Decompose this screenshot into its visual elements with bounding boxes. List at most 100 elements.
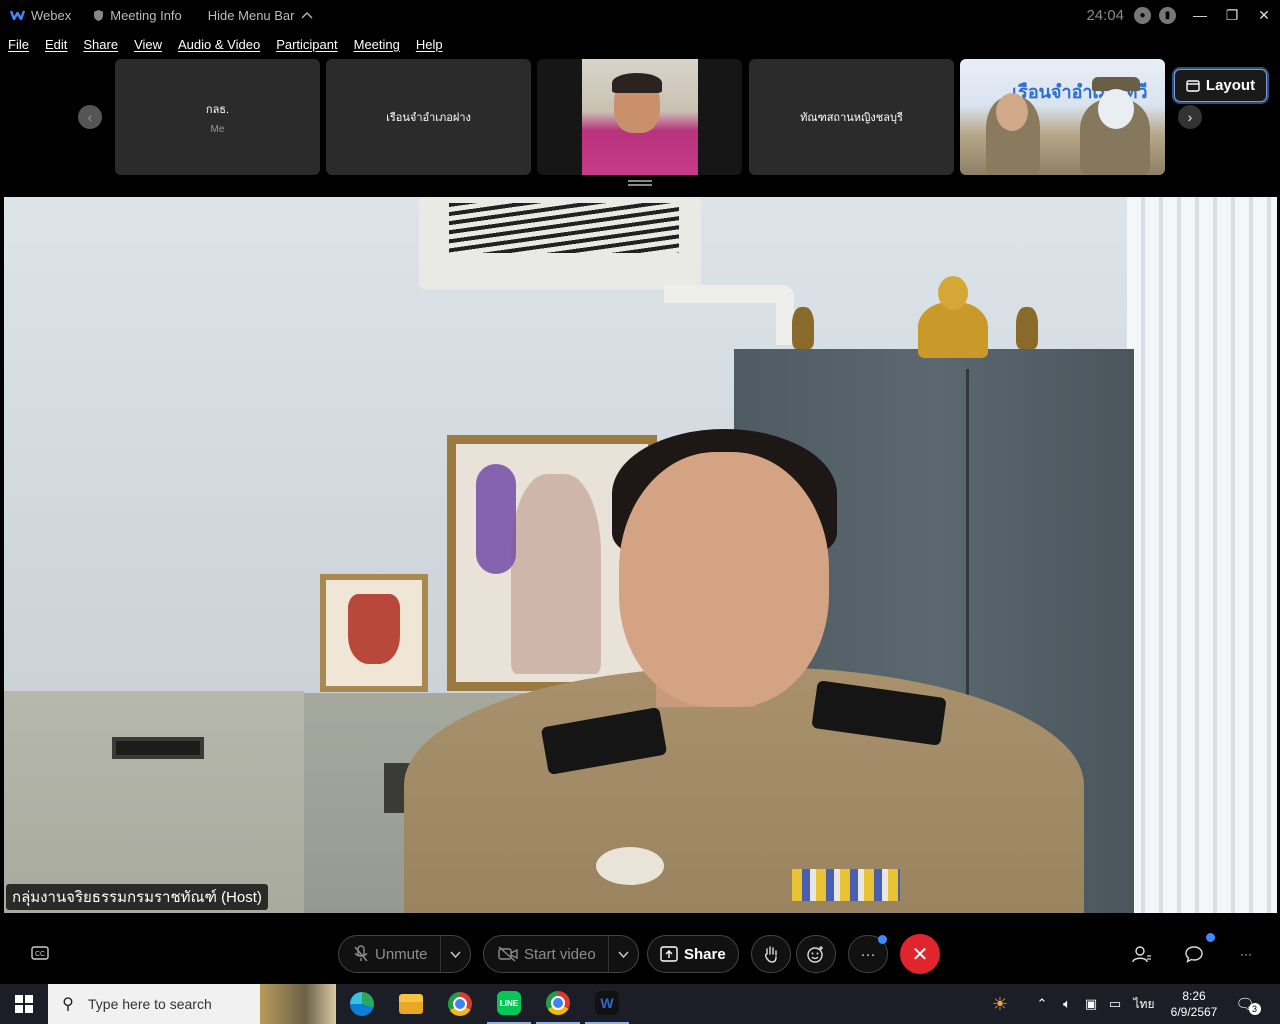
hide-menu-bar-button[interactable]: Hide Menu Bar (208, 8, 313, 23)
clock-date: 6/9/2567 (1170, 1005, 1218, 1019)
app-name: Webex (31, 7, 72, 23)
menu-file[interactable]: File (8, 37, 29, 52)
taskbar-search-box[interactable]: ⚲ Type here to search (48, 984, 336, 1024)
menu-help[interactable]: Help (416, 37, 443, 52)
title-bar: Webex Meeting Info Hide Menu Bar 24:04 ●… (0, 0, 1280, 30)
menu-meeting[interactable]: Meeting (354, 37, 400, 52)
svg-text:CC: CC (35, 951, 45, 958)
taskbar-app-chrome[interactable] (438, 984, 482, 1024)
chevron-up-icon: ⌃ (1036, 996, 1048, 1011)
participants-icon (1132, 946, 1151, 963)
chat-panel-button[interactable] (1182, 942, 1206, 966)
signal-stats-icon[interactable]: ▮ (1159, 6, 1176, 24)
file-explorer-icon (399, 994, 423, 1014)
main-video-stage[interactable] (4, 197, 1277, 913)
close-window-button[interactable]: ✕ (1248, 0, 1280, 30)
microphone-muted-icon (354, 945, 368, 962)
video-options-chevron[interactable] (607, 935, 638, 973)
taskbar-app-webex[interactable]: W (585, 984, 629, 1024)
filmstrip-resize-handle[interactable] (628, 180, 652, 186)
garuda-frame (320, 574, 428, 692)
more-dots-icon: ··· (1240, 947, 1252, 961)
participant-tile-video-officers[interactable]: เรือนจำอำเภ...ทวี (960, 59, 1165, 175)
speaker-icon: 🔈︎ (1063, 996, 1071, 1011)
more-panels-button[interactable]: ··· (1234, 942, 1258, 966)
start-video-label: Start video (524, 945, 596, 963)
weather-widget[interactable]: ☀ (984, 984, 1016, 1024)
filmstrip-prev-button[interactable]: ‹ (78, 105, 102, 129)
chevron-down-icon (618, 951, 629, 958)
taskbar-app-edge[interactable] (340, 984, 384, 1024)
reactions-button[interactable] (796, 935, 836, 973)
chrome-profile-icon (546, 991, 570, 1015)
language-label: ไทย (1133, 996, 1155, 1011)
meeting-info-label: Meeting Info (110, 7, 182, 23)
minimize-button[interactable]: — (1184, 0, 1216, 30)
participants-panel-button[interactable] (1130, 942, 1154, 966)
taskbar-app-file-explorer[interactable] (389, 984, 433, 1024)
search-icon: ⚲ (62, 996, 74, 1013)
search-highlight-image[interactable] (260, 984, 336, 1024)
taskbar-clock[interactable]: 8:26 6/9/2567 (1160, 986, 1228, 1022)
more-options-notification-dot (878, 935, 887, 944)
taskbar-app-line[interactable]: LINE (487, 984, 531, 1024)
participant-video-feed: เรือนจำอำเภ...ทวี (960, 59, 1165, 175)
uniform-ribbons (792, 869, 900, 901)
menu-participant[interactable]: Participant (276, 37, 337, 52)
more-dots-icon: ··· (860, 945, 876, 963)
input-language-button[interactable]: ไทย (1130, 984, 1158, 1024)
audio-options-chevron[interactable] (439, 935, 470, 973)
participant-tile-me[interactable]: กลธ. Me (115, 59, 320, 175)
clock-time: 8:26 (1182, 989, 1206, 1003)
menu-share[interactable]: Share (83, 37, 118, 52)
air-conditioner (419, 197, 701, 289)
participant-name: ทัณฑสถานหญิงชลบุรี (800, 112, 903, 124)
windows-logo-icon (15, 995, 33, 1013)
start-video-button[interactable]: Start video (483, 935, 639, 973)
volume-button[interactable]: 🔈︎ (1056, 984, 1078, 1024)
show-hidden-icons-button[interactable]: ⌃ (1032, 984, 1052, 1024)
line-icon-text: LINE (499, 998, 519, 1008)
participant-tile-fang-prison[interactable]: เรือนจำอำเภอฝาง (326, 59, 531, 175)
active-speaker-label: กลุ่มงานจริยธรรมกรมราชทัณฑ์ (Host) (6, 884, 268, 910)
raise-hand-icon (764, 946, 777, 963)
unmute-button[interactable]: Unmute (338, 935, 471, 973)
network-button[interactable]: ▭ (1104, 984, 1126, 1024)
filing-cabinet-left (4, 691, 304, 913)
raise-hand-button[interactable] (751, 935, 791, 973)
chat-notification-dot (1206, 933, 1215, 942)
chrome-icon (448, 992, 472, 1016)
share-button[interactable]: Share (647, 935, 739, 973)
search-placeholder: Type here to search (88, 996, 212, 1012)
recording-status-icon[interactable]: ● (1134, 6, 1151, 24)
menu-audio-video[interactable]: Audio & Video (178, 37, 260, 52)
captions-icon: CC (31, 946, 49, 960)
buddha-statue (904, 262, 1000, 358)
start-button[interactable] (0, 984, 48, 1024)
notification-count: 3 (1248, 1003, 1261, 1015)
layout-button[interactable]: Layout (1174, 69, 1267, 102)
leave-meeting-button[interactable]: ✕ (900, 934, 940, 974)
participant-tile-chonburi-women[interactable]: ทัณฑสถานหญิงชลบุรี (749, 59, 954, 175)
close-icon: ✕ (911, 943, 929, 966)
chevron-down-icon (450, 951, 461, 958)
closed-captions-button[interactable]: CC (28, 941, 52, 965)
meet-now-button[interactable]: ▣ (1080, 984, 1102, 1024)
participant-name: กลธ. (205, 103, 230, 116)
taskbar-app-chrome-profile[interactable] (536, 984, 580, 1024)
meeting-timer: 24:04 (1086, 6, 1124, 24)
network-icon: ▭ (1108, 996, 1122, 1011)
menu-edit[interactable]: Edit (45, 37, 67, 52)
unmute-label: Unmute (375, 945, 428, 963)
notification-center-button[interactable]: 🗨︎ 3 (1234, 984, 1262, 1024)
chevron-right-icon: › (1187, 109, 1193, 125)
participant-tile-video-man[interactable] (537, 59, 742, 175)
uniform-badge (596, 847, 664, 885)
speaker-face (619, 452, 829, 707)
maximize-button[interactable]: ❐ (1216, 0, 1248, 30)
webex-app-label[interactable]: Webex (10, 8, 71, 23)
menu-view[interactable]: View (134, 37, 162, 52)
filmstrip-next-button[interactable]: › (1178, 105, 1202, 129)
meeting-info-button[interactable]: Meeting Info (93, 8, 182, 23)
line-icon: LINE (497, 991, 521, 1015)
